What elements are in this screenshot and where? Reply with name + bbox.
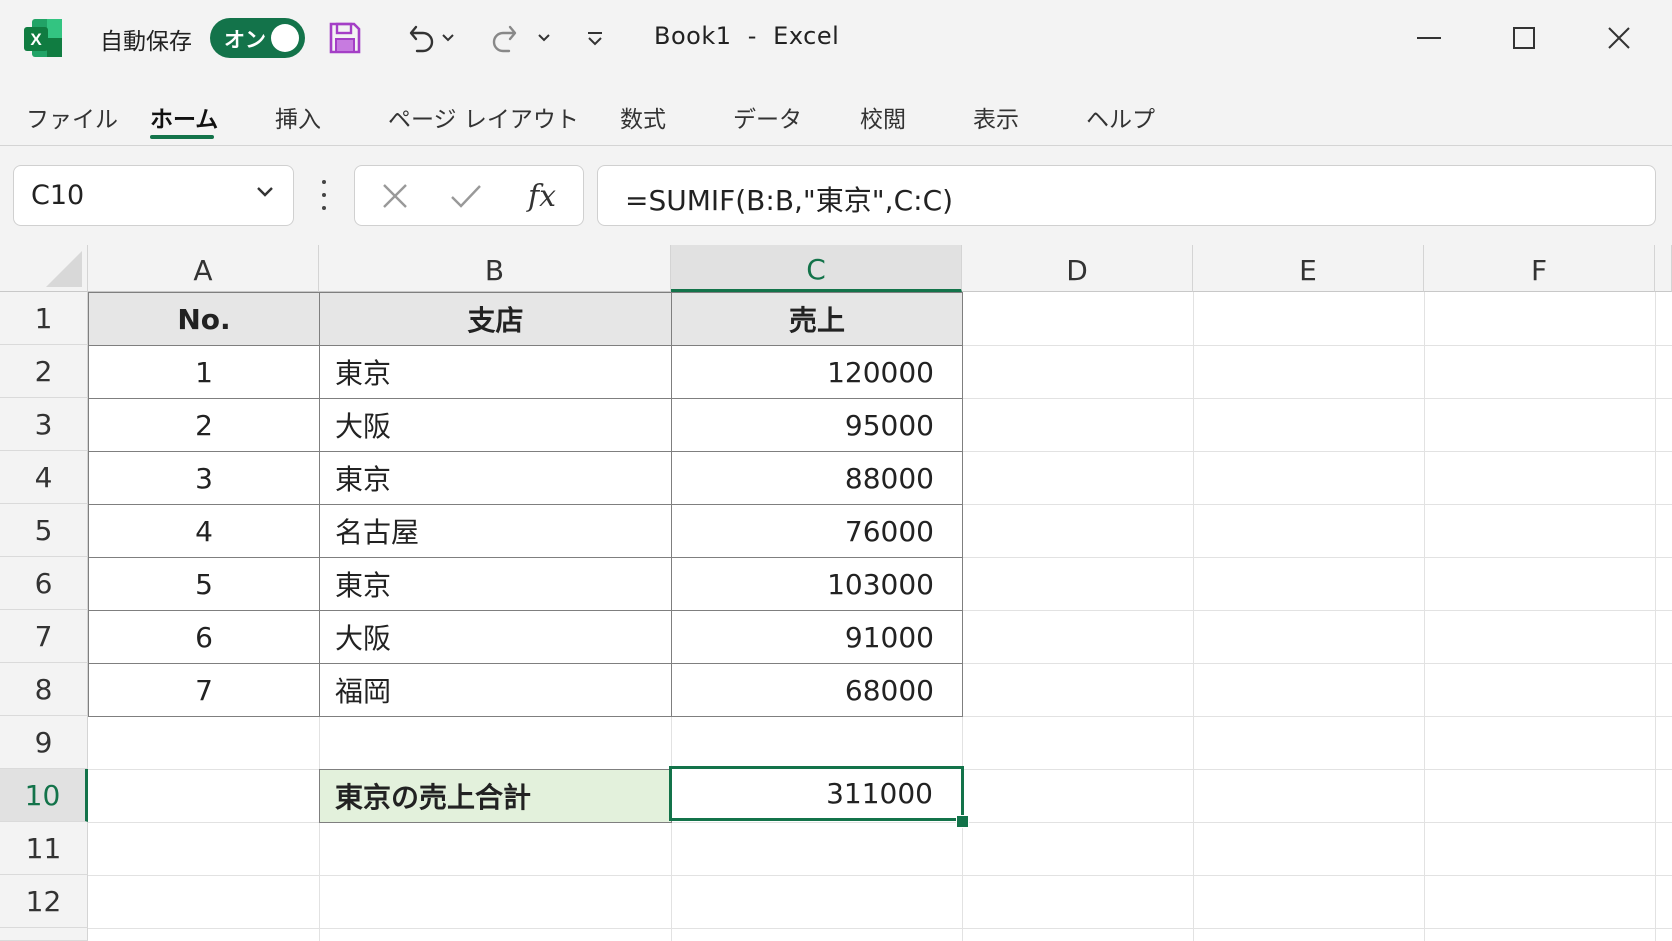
column-header-f[interactable]: F [1424, 245, 1655, 292]
tab-formulas[interactable]: 数式 [620, 100, 666, 134]
ribbon-tabs: ファイル ホーム 挿入 ページ レイアウト 数式 データ 校閲 表示 ヘルプ [0, 85, 1672, 146]
cancel-icon[interactable] [375, 178, 415, 214]
row-header-5[interactable]: 5 [0, 504, 88, 557]
tab-help[interactable]: ヘルプ [1086, 100, 1155, 134]
tab-data[interactable]: データ [733, 100, 802, 134]
cell-a4[interactable]: 3 [88, 451, 320, 505]
cell-c10[interactable]: 311000 [669, 766, 964, 821]
row-header-1[interactable]: 1 [0, 292, 88, 345]
fill-handle[interactable] [956, 815, 969, 828]
select-all-button[interactable] [0, 245, 88, 292]
autosave-toggle[interactable]: オン [210, 18, 305, 58]
cell-b7[interactable]: 大阪 [319, 610, 672, 664]
tab-view[interactable]: 表示 [973, 100, 1019, 134]
column-header-c[interactable]: C [671, 245, 962, 292]
row-header-10[interactable]: 10 [0, 769, 88, 822]
undo-dropdown-icon[interactable] [438, 18, 458, 58]
redo-dropdown-icon[interactable] [534, 18, 554, 58]
excel-icon[interactable]: X [22, 17, 64, 59]
header-no[interactable]: No. [88, 292, 320, 346]
cell-c8[interactable]: 68000 [671, 663, 963, 717]
chevron-down-icon[interactable] [255, 184, 275, 203]
worksheet-grid: A B C D E F 1 2 3 4 5 6 7 8 9 10 11 12 N… [0, 245, 1672, 941]
row-header-2[interactable]: 2 [0, 345, 88, 398]
gridline [1655, 292, 1656, 941]
formula-input[interactable]: =SUMIF(B:B,"東京",C:C) [597, 165, 1656, 226]
cell-a6[interactable]: 5 [88, 557, 320, 611]
row-header-3[interactable]: 3 [0, 398, 88, 451]
column-header-e[interactable]: E [1193, 245, 1424, 292]
close-icon[interactable] [1594, 18, 1644, 58]
row-header-8[interactable]: 8 [0, 663, 88, 716]
column-header-a[interactable]: A [88, 245, 319, 292]
cell-c7[interactable]: 91000 [671, 610, 963, 664]
minimize-icon[interactable] [1404, 18, 1454, 58]
active-tab-indicator [150, 135, 214, 139]
insert-function-icon[interactable]: fx [517, 178, 567, 214]
gridline [1424, 292, 1425, 941]
cell-c5[interactable]: 76000 [671, 504, 963, 558]
tab-insert[interactable]: 挿入 [275, 100, 321, 134]
column-header-d[interactable]: D [962, 245, 1193, 292]
toggle-knob [271, 24, 299, 52]
row-header-11[interactable]: 11 [0, 822, 88, 875]
header-branch[interactable]: 支店 [319, 292, 672, 346]
redo-icon[interactable] [486, 18, 526, 58]
autosave-state: オン [224, 28, 266, 52]
cell-b5[interactable]: 名古屋 [319, 504, 672, 558]
cell-c6[interactable]: 103000 [671, 557, 963, 611]
row-header-9[interactable]: 9 [0, 716, 88, 769]
gridline [88, 928, 1672, 929]
column-header-g[interactable] [1655, 245, 1672, 292]
cell-c4[interactable]: 88000 [671, 451, 963, 505]
cell-b6[interactable]: 東京 [319, 557, 672, 611]
gridline [1193, 292, 1194, 941]
cell-b3[interactable]: 大阪 [319, 398, 672, 452]
tab-home[interactable]: ホーム [150, 100, 218, 134]
name-box-value: C10 [31, 180, 85, 211]
tab-file[interactable]: ファイル [26, 100, 118, 134]
cell-a3[interactable]: 2 [88, 398, 320, 452]
title-bar: X 自動保存 オン Book1 - Excel [0, 0, 1672, 78]
gridline [88, 875, 1672, 876]
row-header-13[interactable] [0, 928, 88, 941]
customize-qat-icon[interactable] [580, 18, 610, 58]
more-options-icon[interactable] [317, 180, 331, 210]
cell-b10[interactable]: 東京の売上合計 [319, 769, 672, 823]
cell-b4[interactable]: 東京 [319, 451, 672, 505]
save-icon[interactable] [325, 18, 365, 58]
cell-b8[interactable]: 福岡 [319, 663, 672, 717]
cell-c3[interactable]: 95000 [671, 398, 963, 452]
enter-icon[interactable] [446, 178, 486, 214]
row-header-4[interactable]: 4 [0, 451, 88, 504]
cell-a2[interactable]: 1 [88, 345, 320, 399]
row-header-7[interactable]: 7 [0, 610, 88, 663]
cell-b2[interactable]: 東京 [319, 345, 672, 399]
row-header-12[interactable]: 12 [0, 875, 88, 928]
formula-buttons: fx [354, 165, 584, 226]
window-title: Book1 - Excel [654, 22, 840, 50]
maximize-icon[interactable] [1499, 18, 1549, 58]
undo-icon[interactable] [400, 18, 440, 58]
autosave-label: 自動保存 [100, 29, 192, 55]
cell-c2[interactable]: 120000 [671, 345, 963, 399]
tab-page-layout[interactable]: ページ レイアウト [388, 100, 579, 134]
row-header-6[interactable]: 6 [0, 557, 88, 610]
cell-a8[interactable]: 7 [88, 663, 320, 717]
tab-review[interactable]: 校閲 [860, 100, 906, 134]
column-header-b[interactable]: B [319, 245, 671, 292]
header-sales[interactable]: 売上 [671, 292, 963, 346]
cell-a7[interactable]: 6 [88, 610, 320, 664]
name-box[interactable]: C10 [13, 165, 294, 226]
svg-text:X: X [30, 30, 42, 49]
formula-text: =SUMIF(B:B,"東京",C:C) [625, 184, 954, 217]
cell-a5[interactable]: 4 [88, 504, 320, 558]
